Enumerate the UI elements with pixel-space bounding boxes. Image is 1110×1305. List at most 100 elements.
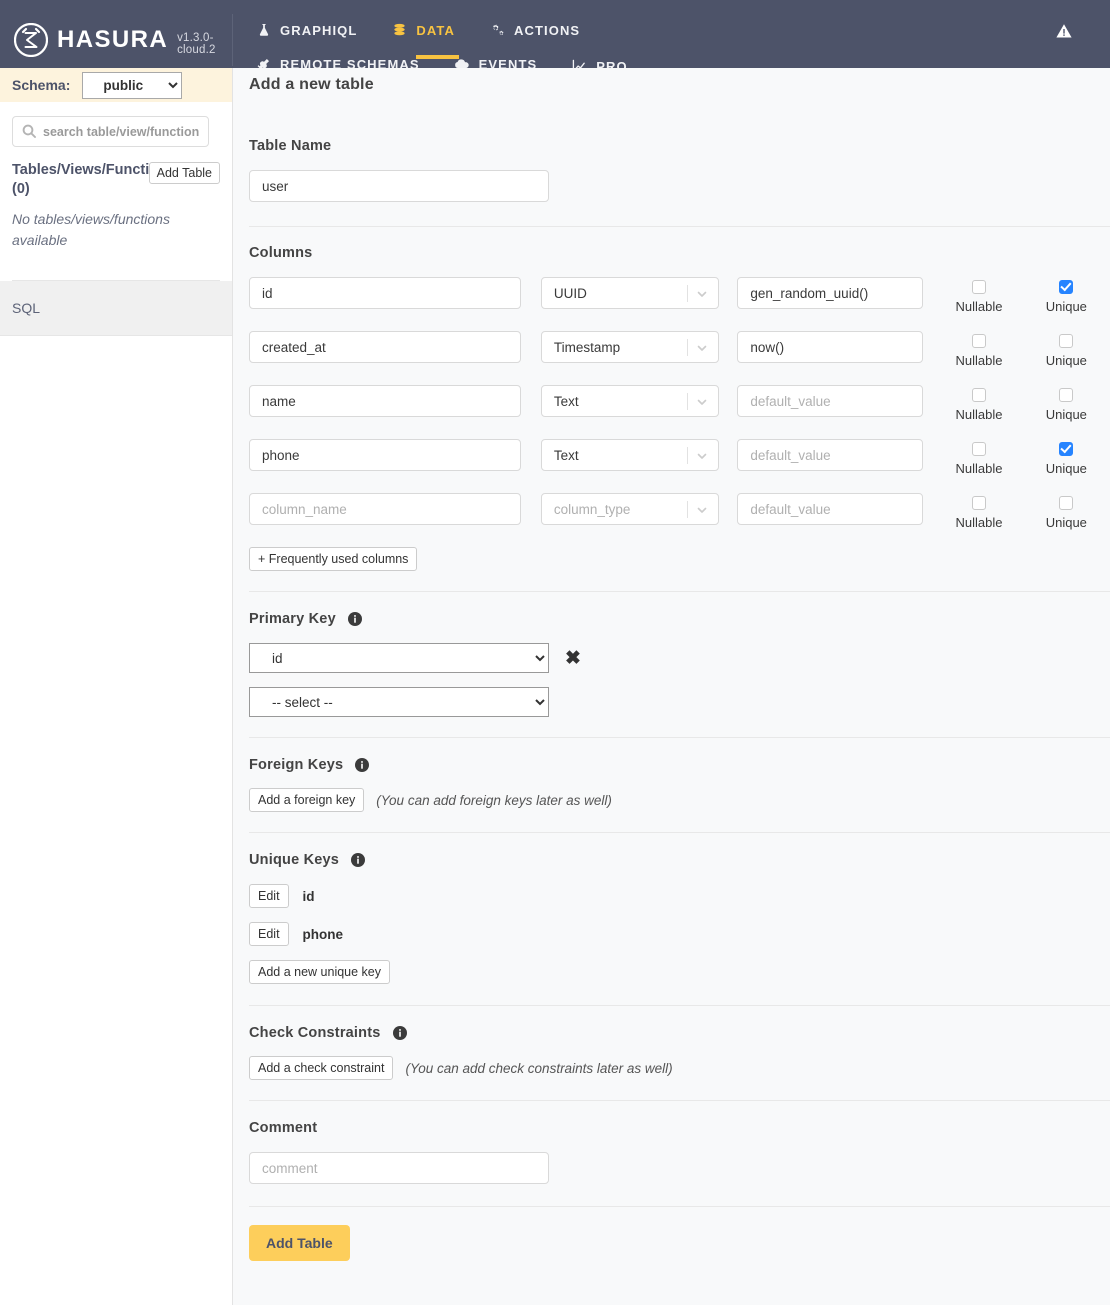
column-type-select[interactable]: Text xyxy=(540,439,720,471)
column-type-value: Text xyxy=(553,447,579,463)
column-name-input[interactable] xyxy=(249,385,521,417)
nav-item-data[interactable]: DATA xyxy=(391,14,459,59)
column-unique-cell: Unique xyxy=(1023,277,1110,314)
check-constraints-label: Check Constraints xyxy=(249,1025,381,1041)
info-icon[interactable] xyxy=(392,1026,407,1040)
unique-checkbox[interactable] xyxy=(1059,280,1074,294)
info-icon[interactable] xyxy=(355,758,370,772)
column-type-value: column_type xyxy=(553,501,631,517)
section-primary-key: Primary Key id ✖ -- select -- xyxy=(233,592,1110,717)
column-nullable-cell: Nullable xyxy=(935,439,1022,476)
nullable-checkbox[interactable] xyxy=(972,442,987,456)
search-input[interactable] xyxy=(12,116,209,147)
column-type-select[interactable]: Timestamp xyxy=(540,331,720,363)
info-icon[interactable] xyxy=(347,612,362,626)
primary-key-row: -- select -- xyxy=(249,687,1110,717)
column-type-select[interactable]: column_type xyxy=(540,493,720,525)
column-type-value: UUID xyxy=(553,285,587,301)
table-name-input[interactable] xyxy=(249,170,549,202)
schema-select[interactable]: public xyxy=(82,71,183,99)
add-unique-key-button[interactable]: Add a new unique key xyxy=(249,960,391,984)
section-foreign-keys: Foreign Keys Add a foreign key (You can … xyxy=(233,738,1110,812)
column-nullable-cell: Nullable xyxy=(935,385,1022,422)
comment-input[interactable] xyxy=(249,1152,549,1184)
tables-heading: Tables/Views/Functions (0) xyxy=(12,162,176,197)
unique-key-edit-button[interactable]: Edit xyxy=(249,922,289,946)
column-default-input[interactable] xyxy=(737,493,924,525)
column-type-select[interactable]: Text xyxy=(540,385,720,417)
section-check-constraints: Check Constraints Add a check constraint… xyxy=(233,1006,1110,1080)
tables-header: Tables/Views/Functions (0) Add Table xyxy=(12,161,220,199)
chevron-down-icon xyxy=(695,287,709,301)
foreign-keys-actions: Add a foreign key (You can add foreign k… xyxy=(249,788,1110,812)
unique-checkbox[interactable] xyxy=(1059,442,1074,456)
column-default-input[interactable] xyxy=(737,439,924,471)
page-title: Add a new table xyxy=(249,76,374,93)
nullable-checkbox[interactable] xyxy=(972,496,987,510)
nullable-label: Nullable xyxy=(955,461,1003,476)
select-divider xyxy=(687,339,689,356)
column-type-select[interactable]: UUID xyxy=(540,277,720,309)
select-divider xyxy=(687,393,689,410)
column-default-input[interactable] xyxy=(737,277,924,309)
unique-key-item: Edit id xyxy=(249,884,1110,908)
foreign-keys-label: Foreign Keys xyxy=(249,757,344,773)
nav-item-actions-label: ACTIONS xyxy=(514,22,581,38)
primary-key-header: Primary Key xyxy=(249,611,1110,627)
unique-checkbox[interactable] xyxy=(1059,496,1074,510)
nullable-checkbox[interactable] xyxy=(972,334,987,348)
info-icon[interactable] xyxy=(351,853,366,867)
frequently-used-columns-button[interactable]: + Frequently used columns xyxy=(249,547,418,571)
columns-list: UUID Nullable Unique xyxy=(249,277,1110,530)
warning-triangle-icon[interactable] xyxy=(1056,23,1072,43)
column-name-input[interactable] xyxy=(249,493,521,525)
nav-item-graphiql[interactable]: GRAPHIQL xyxy=(255,14,357,48)
column-unique-cell: Unique xyxy=(1023,493,1110,530)
add-check-constraint-button[interactable]: Add a check constraint xyxy=(249,1056,394,1080)
unique-checkbox[interactable] xyxy=(1059,334,1074,348)
primary-key-select-1[interactable]: -- select -- xyxy=(249,687,549,717)
add-foreign-key-button[interactable]: Add a foreign key xyxy=(249,788,365,812)
primary-key-remove-icon[interactable]: ✖ xyxy=(565,649,581,668)
unique-key-name: phone xyxy=(302,926,344,942)
column-unique-cell: Unique xyxy=(1023,331,1110,368)
hasura-logo-icon xyxy=(13,22,49,58)
column-type-value: Timestamp xyxy=(553,339,621,355)
column-unique-cell: Unique xyxy=(1023,385,1110,422)
nullable-checkbox[interactable] xyxy=(972,388,987,402)
column-row: Timestamp Nullable Unique xyxy=(249,331,1110,368)
version-label: v1.3.0-cloud.2 xyxy=(177,31,216,56)
comment-label: Comment xyxy=(249,1120,318,1136)
main-content: Add a new table Table Name Columns UUID xyxy=(233,68,1110,1305)
primary-key-select-0[interactable]: id xyxy=(249,643,549,673)
select-divider xyxy=(687,447,689,464)
select-divider xyxy=(687,501,689,518)
sidebar: Schema: public Tables/Views/Functions (0… xyxy=(0,68,233,1305)
unique-label: Unique xyxy=(1045,407,1087,422)
section-submit: Add Table xyxy=(233,1207,1110,1261)
sidebar-item-sql[interactable]: SQL xyxy=(0,281,232,336)
unique-label: Unique xyxy=(1045,461,1087,476)
nullable-label: Nullable xyxy=(955,353,1003,368)
unique-keys-header: Unique Keys xyxy=(249,852,1110,868)
unique-key-edit-button[interactable]: Edit xyxy=(249,884,289,908)
hasura-console: HASURA v1.3.0-cloud.2 GRAPHIQL DATA ACTI… xyxy=(0,0,1110,1305)
column-name-input[interactable] xyxy=(249,439,521,471)
column-row: column_type Nullable Unique xyxy=(249,493,1110,530)
nav-item-actions[interactable]: ACTIONS xyxy=(489,14,580,48)
column-name-input[interactable] xyxy=(249,277,521,309)
column-name-input[interactable] xyxy=(249,331,521,363)
tables-empty-message: No tables/views/functions available xyxy=(12,211,170,248)
gears-icon xyxy=(489,22,506,39)
sidebar-add-table-button[interactable]: Add Table xyxy=(148,162,220,184)
check-constraints-header: Check Constraints xyxy=(249,1025,1110,1041)
column-default-input[interactable] xyxy=(737,385,924,417)
nullable-checkbox[interactable] xyxy=(972,280,987,294)
unique-checkbox[interactable] xyxy=(1059,388,1074,402)
foreign-keys-hint: (You can add foreign keys later as well) xyxy=(376,792,612,808)
add-table-submit-button[interactable]: Add Table xyxy=(249,1225,350,1261)
column-default-input[interactable] xyxy=(737,331,924,363)
unique-label: Unique xyxy=(1045,515,1087,530)
section-comment: Comment xyxy=(233,1101,1110,1184)
nullable-label: Nullable xyxy=(955,407,1003,422)
